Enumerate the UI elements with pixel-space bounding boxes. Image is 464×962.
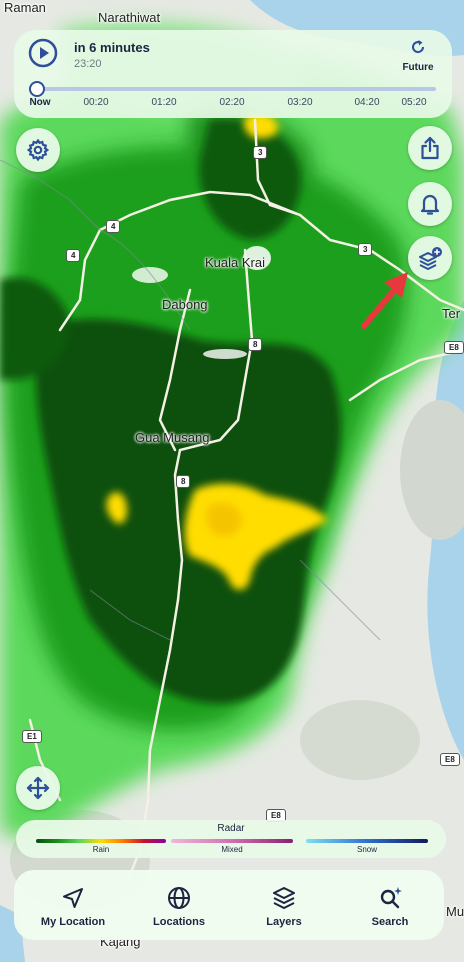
map-label-raman: Raman <box>4 0 46 15</box>
map-label-mu: Mu <box>446 904 464 919</box>
road-shield: 8 <box>248 338 263 351</box>
road-shield: 3 <box>358 243 373 256</box>
timeline-track[interactable] <box>36 87 436 91</box>
share-icon <box>421 136 439 160</box>
layers-plus-icon <box>419 247 442 270</box>
play-button[interactable] <box>28 38 58 68</box>
forecast-time: 23:20 <box>74 58 102 70</box>
mixed-label: Mixed <box>221 845 243 854</box>
tab-my-location[interactable]: My Location <box>23 870 123 940</box>
map-label-kuala-krai: Kuala Krai <box>205 255 265 270</box>
snow-scale-bar <box>306 839 428 843</box>
road-shield: E8 <box>440 753 460 766</box>
refresh-icon <box>412 40 425 54</box>
gear-icon <box>26 138 50 162</box>
share-button[interactable] <box>408 126 452 170</box>
timeline-tick: 04:20 <box>354 97 380 108</box>
legend-title: Radar <box>217 823 245 834</box>
timeline-tick: 02:20 <box>219 97 245 108</box>
mixed-scale-bar <box>171 839 293 843</box>
bell-icon <box>420 194 440 215</box>
road-shield: 3 <box>253 146 268 159</box>
timeline-tick: 01:20 <box>151 97 177 108</box>
road-shield: 4 <box>106 220 121 233</box>
tab-layers[interactable]: Layers <box>234 870 334 940</box>
tab-search[interactable]: Search <box>340 870 440 940</box>
timeline-handle[interactable] <box>29 81 45 97</box>
radar-map[interactable] <box>0 0 464 962</box>
road-shield: E1 <box>22 730 42 743</box>
snow-label: Snow <box>356 845 377 854</box>
timeline-tick: 03:20 <box>287 97 313 108</box>
road-shield: 4 <box>66 249 81 262</box>
alerts-button[interactable] <box>408 182 452 226</box>
pointer-arrow <box>361 272 408 329</box>
layers-icon <box>273 887 295 909</box>
play-icon <box>28 38 58 68</box>
timeline-tick: 05:20 <box>401 97 427 108</box>
move-button[interactable] <box>16 766 60 810</box>
timeline-tick: Now <box>29 97 51 108</box>
tab-label: Layers <box>266 916 302 928</box>
rain-scale-bar <box>36 839 166 843</box>
timeline-tick: 00:20 <box>83 97 109 108</box>
tab-locations[interactable]: Locations <box>129 870 229 940</box>
map-label-gua-musang: Gua Musang <box>135 430 210 445</box>
road-shield: E8 <box>444 341 464 354</box>
tab-label: Locations <box>153 916 205 928</box>
rain-label: Rain <box>92 845 110 854</box>
navigation-arrow-icon <box>63 888 83 908</box>
road-shield: 8 <box>176 475 191 488</box>
future-label: Future <box>402 62 434 73</box>
move-arrows-icon <box>26 776 50 800</box>
search-sparkle-icon <box>380 887 402 909</box>
map-label-narathiwat: Narathiwat <box>98 10 161 25</box>
bottom-tab-bar: My Location Locations Layers Search <box>14 870 444 940</box>
timeline-panel: in 6 minutes 23:20 Future Now 00:20 01:2… <box>14 30 452 118</box>
globe-icon <box>168 887 190 909</box>
map-label-dabong: Dabong <box>162 297 208 312</box>
forecast-title: in 6 minutes <box>74 40 150 55</box>
tab-label: Search <box>371 916 409 928</box>
tab-label: My Location <box>40 916 106 928</box>
map-label-ter: Ter <box>442 306 461 321</box>
settings-button[interactable] <box>16 128 60 172</box>
radar-legend: Radar Rain Mixed Snow <box>16 820 446 858</box>
future-button[interactable]: Future <box>396 38 440 73</box>
